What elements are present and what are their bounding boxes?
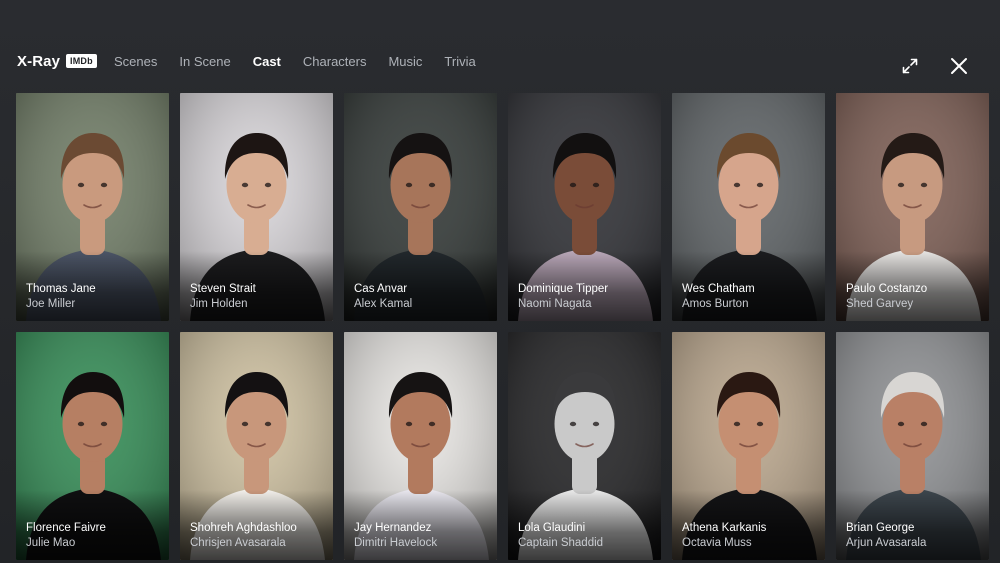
tab-in-scene[interactable]: In Scene	[179, 54, 230, 69]
cast-card[interactable]: Brian George Arjun Avasarala	[836, 332, 989, 560]
close-button[interactable]	[947, 54, 971, 78]
actor-name: Shohreh Aghdashloo	[190, 522, 297, 534]
tab-scenes[interactable]: Scenes	[114, 54, 157, 69]
xray-tabs: Scenes In Scene Cast Characters Music Tr…	[114, 51, 498, 71]
cast-grid: Thomas Jane Joe Miller Steven Strait Jim Ho…	[16, 93, 989, 563]
character-name: Octavia Muss	[682, 537, 752, 549]
xray-brand: X-Ray IMDb	[17, 51, 97, 71]
character-name: Dimitri Havelock	[354, 537, 438, 549]
actor-name: Lola Glaudini	[518, 522, 586, 534]
character-name: Jim Holden	[190, 298, 248, 310]
cast-card[interactable]: Steven Strait Jim Holden	[180, 93, 333, 321]
imdb-logo-badge: IMDb	[66, 54, 97, 68]
character-name: Shed Garvey	[846, 298, 914, 310]
expand-icon	[902, 58, 918, 74]
actor-name: Jay Hernandez	[354, 522, 432, 534]
character-name: Arjun Avasarala	[846, 537, 927, 549]
character-name: Alex Kamal	[354, 298, 413, 310]
character-name: Captain Shaddid	[518, 537, 604, 549]
actor-name: Wes Chatham	[682, 283, 755, 295]
xray-overlay: X-Ray IMDb Scenes In Scene Cast Characte…	[0, 0, 1000, 563]
character-name: Joe Miller	[26, 298, 76, 310]
cast-card[interactable]: Lola Glaudini Captain Shaddid	[508, 332, 661, 560]
cast-card[interactable]: Athena Karkanis Octavia Muss	[672, 332, 825, 560]
actor-name: Florence Faivre	[26, 522, 106, 534]
character-name: Julie Mao	[26, 537, 76, 549]
cast-card[interactable]: Thomas Jane Joe Miller	[16, 93, 169, 321]
actor-name: Steven Strait	[190, 283, 256, 295]
actor-name: Dominique Tipper	[518, 283, 609, 295]
expand-button[interactable]	[898, 54, 922, 78]
xray-title: X-Ray	[17, 52, 61, 70]
actor-name: Brian George	[846, 522, 915, 534]
cast-card[interactable]: Shohreh Aghdashloo Chrisjen Avasarala	[180, 332, 333, 560]
character-name: Chrisjen Avasarala	[190, 537, 286, 549]
cast-card[interactable]: Jay Hernandez Dimitri Havelock	[344, 332, 497, 560]
tab-trivia[interactable]: Trivia	[444, 54, 475, 69]
cast-card[interactable]: Cas Anvar Alex Kamal	[344, 93, 497, 321]
close-icon	[951, 58, 967, 74]
actor-name: Cas Anvar	[354, 283, 408, 295]
tab-cast[interactable]: Cast	[253, 54, 281, 69]
character-name: Amos Burton	[682, 298, 749, 310]
cast-card[interactable]: Florence Faivre Julie Mao	[16, 332, 169, 560]
xray-nav-bar: X-Ray IMDb Scenes In Scene Cast Characte…	[0, 0, 1000, 92]
tab-music[interactable]: Music	[388, 54, 422, 69]
character-name: Naomi Nagata	[518, 298, 592, 310]
cast-card[interactable]: Paulo Costanzo Shed Garvey	[836, 93, 989, 321]
tab-characters[interactable]: Characters	[303, 54, 367, 69]
actor-name: Athena Karkanis	[682, 522, 767, 534]
actor-name: Paulo Costanzo	[846, 283, 928, 295]
cast-card[interactable]: Dominique Tipper Naomi Nagata	[508, 93, 661, 321]
actor-name: Thomas Jane	[26, 283, 96, 295]
cast-card[interactable]: Wes Chatham Amos Burton	[672, 93, 825, 321]
